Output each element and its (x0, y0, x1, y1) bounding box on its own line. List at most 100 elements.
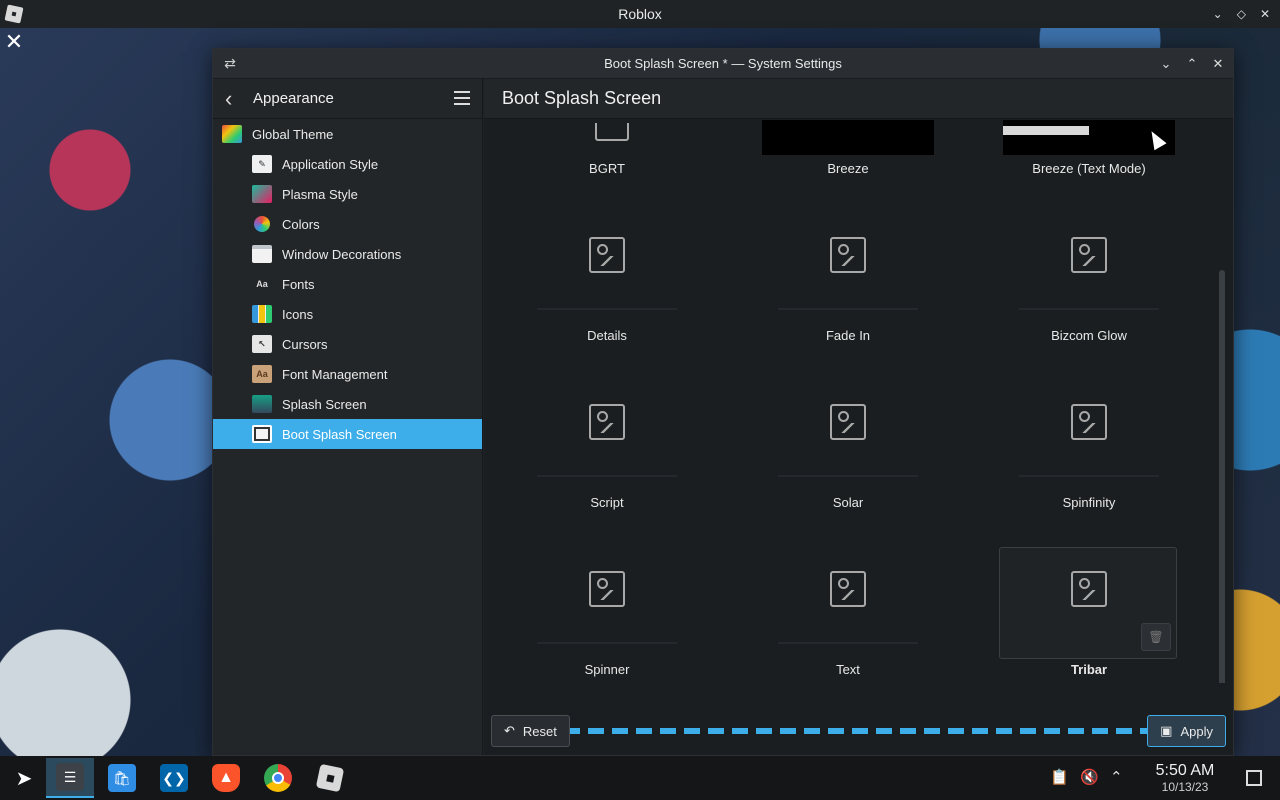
theme-item-details[interactable]: Details (517, 217, 697, 367)
icons-icon (252, 305, 272, 323)
window-close-icon[interactable]: ✕ (1211, 56, 1225, 72)
image-placeholder-icon (830, 404, 866, 440)
theme-thumbnail (521, 551, 693, 627)
apply-button[interactable]: ▣ Apply (1147, 715, 1226, 747)
font-management-icon: Aa (252, 365, 272, 383)
maximize-icon[interactable]: ⌃ (1185, 56, 1199, 72)
apply-icon: ▣ (1160, 723, 1173, 738)
brave-icon[interactable]: ▲ (202, 758, 250, 798)
theme-item-fade-in[interactable]: Fade In (758, 217, 938, 367)
roblox-icon[interactable] (306, 758, 354, 798)
theme-thumbnail (762, 120, 934, 155)
cursors-icon: ↖ (252, 335, 272, 353)
delete-theme-button[interactable]: 🗑 (1141, 623, 1171, 651)
sidebar-item-plasma-style[interactable]: Plasma Style (213, 179, 482, 209)
sidebar-item-splash-screen[interactable]: Splash Screen (213, 389, 482, 419)
minimize-chevron-icon[interactable]: ⌄ (1213, 7, 1223, 21)
sidebar: ‹ Appearance Global Theme ✎ Application … (213, 79, 483, 755)
theme-label: Script (590, 495, 624, 510)
footer-bar: ↶ Reset ▣ Apply (484, 707, 1233, 755)
theme-item-bizcom-glow[interactable]: Bizcom Glow (999, 217, 1179, 367)
theme-item-spinfinity[interactable]: Spinfinity (999, 384, 1179, 534)
theme-label: Breeze (827, 161, 869, 176)
application-style-icon: ✎ (252, 155, 272, 173)
plasma-style-icon (252, 185, 272, 203)
main-panel: Boot Splash Screen BGRT Breeze Breeze (T… (484, 79, 1233, 755)
taskbar: ➤ ☰ 🛍 ❮❯ ▲ 📋 🔇 ⌃ 5:50 AM 10/13/23 (0, 756, 1280, 800)
minimize-icon[interactable]: ⌄ (1159, 56, 1173, 72)
undo-icon: ↶ (504, 723, 515, 738)
image-placeholder-icon (1071, 404, 1107, 440)
vscode-icon[interactable]: ❮❯ (150, 758, 198, 798)
fonts-icon: Aa (256, 279, 268, 289)
close-icon[interactable]: ✕ (2, 30, 26, 54)
theme-item-tribar[interactable]: 🗑 Tribar (999, 547, 1179, 683)
theme-thumbnail (521, 384, 693, 460)
clock[interactable]: 5:50 AM 10/13/23 (1150, 762, 1220, 794)
theme-thumbnail (762, 551, 934, 627)
show-desktop-icon[interactable] (1246, 770, 1262, 786)
vertical-scrollbar[interactable] (1219, 270, 1225, 683)
sidebar-item-cursors[interactable]: ↖ Cursors (213, 329, 482, 359)
theme-item-spinner[interactable]: Spinner (517, 551, 697, 683)
window-titlebar: ⇄ Boot Splash Screen * — System Settings… (213, 49, 1233, 79)
hamburger-menu-icon[interactable] (454, 91, 470, 105)
image-placeholder-icon (830, 571, 866, 607)
theme-item-solar[interactable]: Solar (758, 384, 938, 534)
theme-label: BGRT (589, 161, 625, 176)
theme-label: Tribar (1070, 662, 1108, 677)
app-launcher-icon[interactable]: ➤ (0, 758, 48, 798)
image-placeholder-icon (589, 237, 625, 273)
sidebar-item-fonts[interactable]: Aa Fonts (213, 269, 482, 299)
theme-item-breeze[interactable]: Breeze (758, 120, 938, 185)
sidebar-item-global-theme[interactable]: Global Theme (213, 119, 482, 149)
reset-button[interactable]: ↶ Reset (491, 715, 570, 747)
sidebar-item-font-management[interactable]: Aa Font Management (213, 359, 482, 389)
boot-splash-icon (252, 425, 272, 443)
page-title: Boot Splash Screen (502, 88, 662, 108)
image-placeholder-icon (830, 237, 866, 273)
main-header: Boot Splash Screen (484, 79, 1233, 119)
trash-icon: 🗑 (1148, 630, 1164, 644)
system-tray: 📋 🔇 ⌃ 5:50 AM 10/13/23 (1050, 756, 1280, 800)
chrome-icon[interactable] (254, 758, 302, 798)
roblox-app-icon (4, 4, 24, 24)
back-chevron-icon[interactable]: ‹ (225, 87, 245, 109)
image-placeholder-icon (589, 404, 625, 440)
tray-expand-icon[interactable]: ⌃ (1110, 768, 1123, 786)
image-placeholder-icon (589, 571, 625, 607)
theme-thumbnail (521, 217, 693, 293)
theme-label: Spinfinity (1062, 495, 1116, 510)
theme-item-script[interactable]: Script (517, 384, 697, 534)
sidebar-item-icons[interactable]: Icons (213, 299, 482, 329)
theme-label: Bizcom Glow (1051, 328, 1127, 343)
image-placeholder-icon (1071, 571, 1107, 607)
theme-thumbnail (1003, 217, 1175, 293)
volume-muted-icon[interactable]: 🔇 (1080, 768, 1099, 786)
system-settings-icon[interactable]: ☰ (46, 758, 94, 798)
outer-close-icon[interactable]: ✕ (1260, 7, 1270, 21)
clock-time: 5:50 AM (1155, 762, 1215, 779)
sidebar-section-title: Appearance (253, 90, 334, 107)
sidebar-item-application-style[interactable]: ✎ Application Style (213, 149, 482, 179)
theme-thumbnail (762, 217, 934, 293)
sidebar-item-window-decorations[interactable]: Window Decorations (213, 239, 482, 269)
outer-window-controls: ⌄ ◇ ✕ (1213, 0, 1270, 28)
theme-label: Details (587, 328, 627, 343)
discover-icon[interactable]: 🛍 (98, 758, 146, 798)
theme-item-bgrt[interactable]: BGRT (517, 120, 697, 185)
clipboard-icon[interactable]: 📋 (1050, 768, 1069, 786)
keep-above-diamond-icon[interactable]: ◇ (1237, 7, 1246, 21)
sidebar-item-boot-splash-screen[interactable]: Boot Splash Screen (213, 419, 482, 449)
window-menu-icon[interactable]: ⇄ (221, 54, 239, 72)
sidebar-item-colors[interactable]: Colors (213, 209, 482, 239)
theme-item-text[interactable]: Text (758, 551, 938, 683)
sidebar-nav: Global Theme ✎ Application Style Plasma … (213, 119, 482, 449)
theme-thumbnail (1003, 384, 1175, 460)
theme-label: Breeze (Text Mode) (1032, 161, 1146, 176)
sidebar-header: ‹ Appearance (213, 79, 482, 119)
theme-label: Fade In (825, 328, 871, 343)
splash-screen-icon (252, 395, 272, 413)
theme-thumbnail (762, 384, 934, 460)
window-title: Boot Splash Screen * — System Settings (604, 56, 842, 71)
